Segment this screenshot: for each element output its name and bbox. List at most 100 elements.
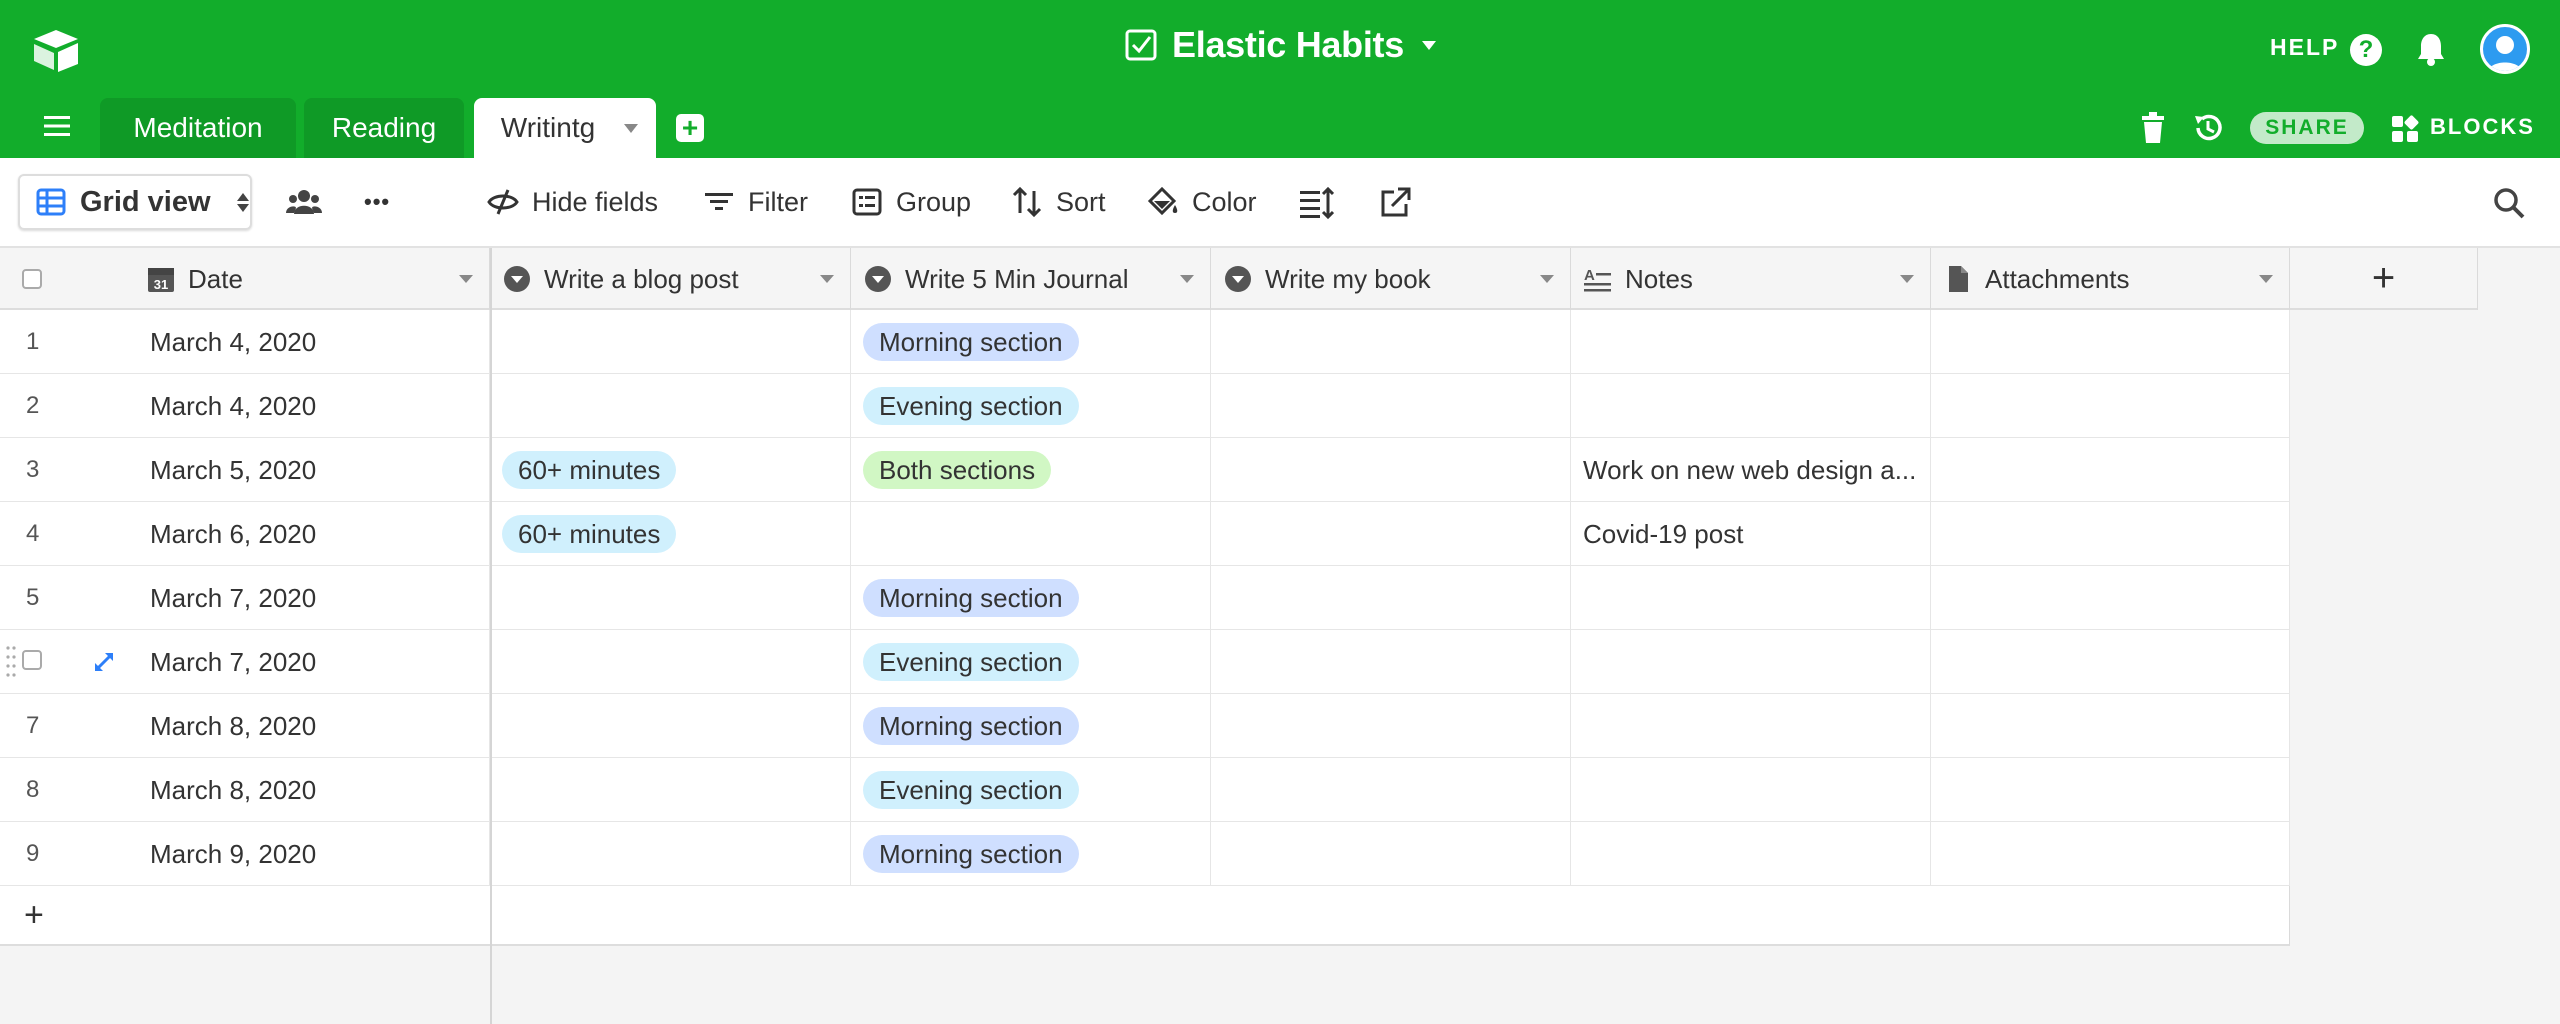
notes-cell[interactable]: Covid-19 post	[1571, 502, 1931, 566]
help-icon[interactable]: ?	[2350, 34, 2382, 66]
notes-cell[interactable]	[1571, 758, 1931, 822]
attachments-cell[interactable]	[1931, 694, 2290, 758]
base-title-button[interactable]: Elastic Habits	[1124, 24, 1436, 66]
table-row[interactable]: 2 March 4, 2020 Evening section	[0, 374, 2290, 438]
group-button[interactable]: Group	[850, 182, 971, 222]
journal-cell[interactable]: Evening section	[851, 630, 1211, 694]
view-switcher-button[interactable]: Grid view	[18, 174, 252, 230]
blocks-icon[interactable]	[2390, 114, 2420, 144]
journal-cell[interactable]: Morning section	[851, 694, 1211, 758]
notes-cell[interactable]	[1571, 694, 1931, 758]
blog-cell[interactable]: 60+ minutes	[490, 502, 851, 566]
table-row[interactable]: 5 March 7, 2020 Morning section	[0, 566, 2290, 630]
book-cell[interactable]	[1211, 566, 1571, 630]
chevron-down-icon[interactable]	[820, 275, 834, 283]
journal-cell[interactable]: Both sections	[851, 438, 1211, 502]
avatar[interactable]	[2480, 24, 2530, 74]
journal-cell[interactable]	[851, 502, 1211, 566]
table-row[interactable]: 1 March 4, 2020 Morning section	[0, 310, 2290, 374]
tab-writintg[interactable]: Writintg	[474, 98, 656, 158]
column-header-date[interactable]: 31 Date	[138, 248, 490, 310]
journal-cell[interactable]: Evening section	[851, 758, 1211, 822]
book-cell[interactable]	[1211, 758, 1571, 822]
sort-button[interactable]: Sort	[1010, 182, 1106, 222]
journal-cell[interactable]: Morning section	[851, 822, 1211, 886]
notes-cell[interactable]	[1571, 310, 1931, 374]
blog-cell[interactable]	[490, 374, 851, 438]
frozen-column-divider[interactable]	[490, 248, 492, 1024]
more-options-button[interactable]: •••	[364, 182, 390, 222]
book-cell[interactable]	[1211, 822, 1571, 886]
add-record-button[interactable]: +	[24, 896, 44, 935]
blocks-button[interactable]: BLOCKS	[2430, 114, 2535, 140]
date-cell[interactable]: March 5, 2020	[138, 438, 490, 502]
blog-cell[interactable]	[490, 694, 851, 758]
row-height-icon[interactable]	[1298, 186, 1334, 220]
table-row[interactable]: 4 March 6, 2020 60+ minutes Covid-19 pos…	[0, 502, 2290, 566]
chevron-down-icon[interactable]	[624, 124, 638, 133]
trash-icon[interactable]	[2140, 112, 2166, 144]
chevron-down-icon[interactable]	[1540, 275, 1554, 283]
blog-cell[interactable]	[490, 758, 851, 822]
chevron-down-icon[interactable]	[1180, 275, 1194, 283]
add-field-button[interactable]: +	[2290, 248, 2478, 310]
book-cell[interactable]	[1211, 694, 1571, 758]
add-table-button[interactable]: +	[676, 114, 704, 142]
blog-cell[interactable]	[490, 310, 851, 374]
journal-cell[interactable]: Evening section	[851, 374, 1211, 438]
tab-meditation[interactable]: Meditation	[100, 98, 296, 158]
table-row[interactable]: March 7, 2020 Evening section	[0, 630, 2290, 694]
expand-record-icon[interactable]	[92, 650, 116, 674]
tab-reading[interactable]: Reading	[304, 98, 464, 158]
book-cell[interactable]	[1211, 630, 1571, 694]
table-row[interactable]: 3 March 5, 2020 60+ minutes Both section…	[0, 438, 2290, 502]
attachments-cell[interactable]	[1931, 630, 2290, 694]
filter-button[interactable]: Filter	[702, 182, 808, 222]
attachments-cell[interactable]	[1931, 438, 2290, 502]
color-button[interactable]: Color	[1146, 182, 1257, 222]
share-view-icon[interactable]	[1378, 186, 1414, 220]
chevron-down-icon[interactable]	[1900, 275, 1914, 283]
date-cell[interactable]: March 9, 2020	[138, 822, 490, 886]
table-row[interactable]: 7 March 8, 2020 Morning section	[0, 694, 2290, 758]
book-cell[interactable]	[1211, 374, 1571, 438]
hide-fields-button[interactable]: Hide fields	[486, 182, 658, 222]
add-record-row[interactable]: +	[0, 886, 2290, 946]
date-cell[interactable]: March 4, 2020	[138, 374, 490, 438]
journal-cell[interactable]: Morning section	[851, 566, 1211, 630]
blog-cell[interactable]	[490, 566, 851, 630]
date-cell[interactable]: March 4, 2020	[138, 310, 490, 374]
chevron-down-icon[interactable]	[459, 275, 473, 283]
bell-icon[interactable]	[2416, 32, 2446, 66]
blog-cell[interactable]: 60+ minutes	[490, 438, 851, 502]
journal-cell[interactable]: Morning section	[851, 310, 1211, 374]
date-cell[interactable]: March 8, 2020	[138, 694, 490, 758]
book-cell[interactable]	[1211, 502, 1571, 566]
column-header-notes[interactable]: A Notes	[1571, 248, 1931, 310]
history-icon[interactable]	[2192, 112, 2224, 144]
date-cell[interactable]: March 7, 2020	[138, 566, 490, 630]
share-button[interactable]: SHARE	[2250, 112, 2364, 144]
attachments-cell[interactable]	[1931, 566, 2290, 630]
column-header-book[interactable]: Write my book	[1211, 248, 1571, 310]
date-cell[interactable]: March 7, 2020	[138, 630, 490, 694]
blog-cell[interactable]	[490, 822, 851, 886]
column-header-blog[interactable]: Write a blog post	[490, 248, 851, 310]
select-all-checkbox[interactable]	[22, 269, 42, 289]
search-icon[interactable]	[2492, 186, 2528, 220]
notes-cell[interactable]	[1571, 566, 1931, 630]
date-cell[interactable]: March 6, 2020	[138, 502, 490, 566]
attachments-cell[interactable]	[1931, 374, 2290, 438]
row-checkbox[interactable]	[22, 650, 42, 670]
notes-cell[interactable]	[1571, 630, 1931, 694]
collaborators-icon[interactable]	[286, 186, 322, 220]
notes-cell[interactable]	[1571, 374, 1931, 438]
table-row[interactable]: 8 March 8, 2020 Evening section	[0, 758, 2290, 822]
book-cell[interactable]	[1211, 310, 1571, 374]
column-header-journal[interactable]: Write 5 Min Journal	[851, 248, 1211, 310]
menu-icon[interactable]	[44, 116, 70, 136]
help-link[interactable]: HELP	[2270, 34, 2339, 61]
attachments-cell[interactable]	[1931, 502, 2290, 566]
date-cell[interactable]: March 8, 2020	[138, 758, 490, 822]
notes-cell[interactable]: Work on new web design a...	[1571, 438, 1931, 502]
